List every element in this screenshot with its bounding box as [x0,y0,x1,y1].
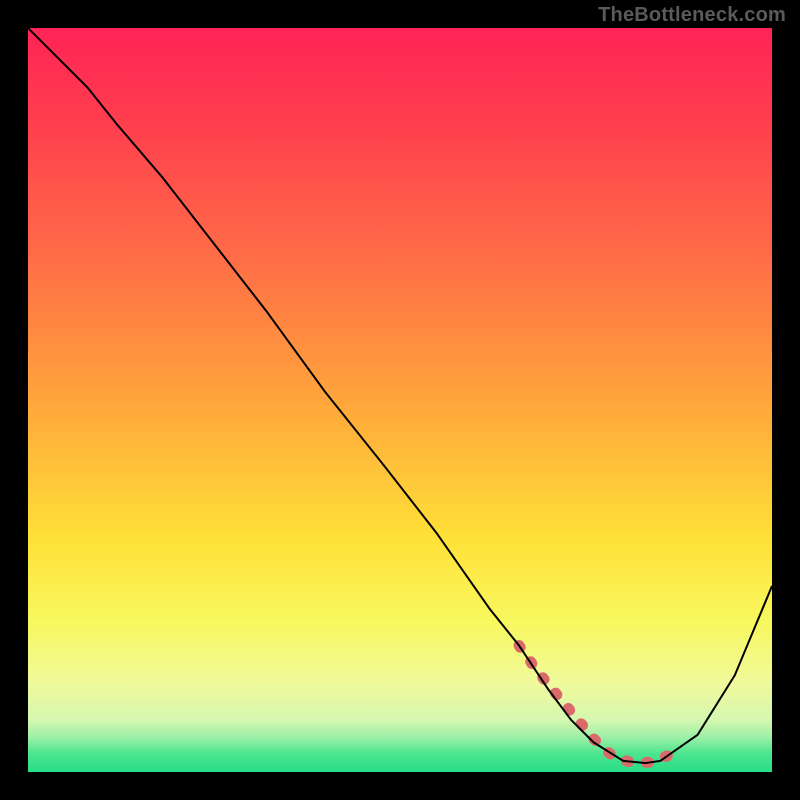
curve-layer [28,28,772,772]
watermark-text: TheBottleneck.com [598,4,786,27]
plot-area [28,28,772,772]
valley-highlight [519,646,668,763]
chart-container: TheBottleneck.com [0,0,800,800]
bottleneck-curve [28,28,772,763]
